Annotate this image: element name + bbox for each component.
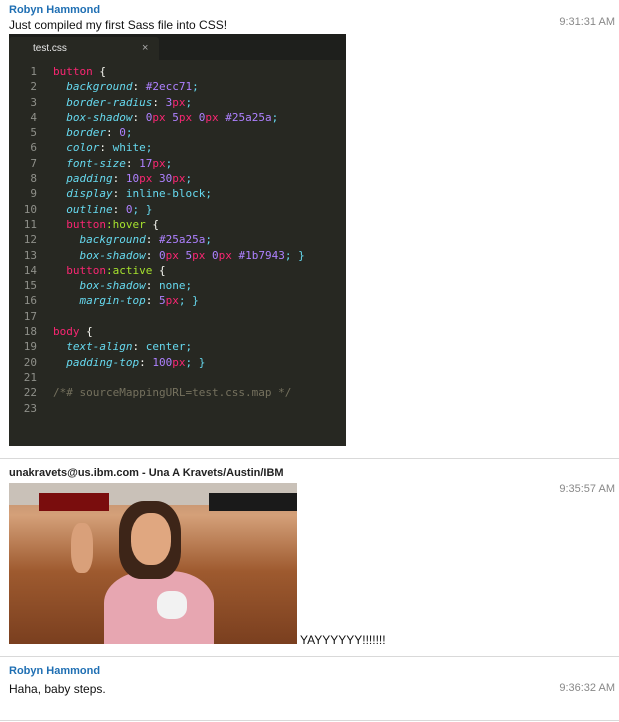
gif-person-face xyxy=(131,513,171,565)
gif-background xyxy=(209,493,297,511)
line-number: 14 xyxy=(23,263,37,277)
message-divider xyxy=(0,720,619,721)
code-line: 23 xyxy=(9,401,346,416)
line-number: 12 xyxy=(23,233,37,247)
message-text: YAYYYYYY!!!!!!! xyxy=(300,633,386,647)
code-line: 22/*# sourceMappingURL=test.css.map */ xyxy=(9,385,346,400)
line-number: 16 xyxy=(23,294,37,308)
code-line: 10 outline: 0; } xyxy=(9,202,346,217)
line-number: 18 xyxy=(23,325,37,339)
message-1: Robyn Hammond 9:31:31 AM Just compiled m… xyxy=(0,0,619,458)
message-text: Just compiled my first Sass file into CS… xyxy=(9,18,228,32)
line-number: 3 xyxy=(30,95,37,109)
message-sender[interactable]: Robyn Hammond xyxy=(9,665,100,677)
line-number: 22 xyxy=(23,386,37,400)
line-number: 19 xyxy=(23,340,37,354)
code-line: 5 border: 0; xyxy=(9,125,346,140)
line-number: 4 xyxy=(30,110,37,124)
line-number: 17 xyxy=(23,309,37,323)
code-line: 12 background: #25a25a; xyxy=(9,232,346,247)
message-timestamp: 9:31:31 AM xyxy=(559,16,615,28)
code-line: 11 button:hover { xyxy=(9,217,346,232)
line-number: 21 xyxy=(23,370,37,384)
gif-unicorn-print xyxy=(157,591,187,619)
message-sender[interactable]: Robyn Hammond xyxy=(9,4,100,16)
close-icon: × xyxy=(142,42,149,54)
code-line: 19 text-align: center; xyxy=(9,339,346,354)
line-number: 5 xyxy=(30,126,37,140)
code-line: 15 box-shadow: none; xyxy=(9,278,346,293)
code-line: 8 padding: 10px 30px; xyxy=(9,171,346,186)
code-line: 2 background: #2ecc71; xyxy=(9,79,346,94)
line-number: 20 xyxy=(23,355,37,369)
line-number: 9 xyxy=(30,187,37,201)
gif-background xyxy=(39,493,109,511)
editor-tab-bar: test.css × xyxy=(9,34,346,60)
code-screenshot: test.css × 1 button {2 background: #2ecc7… xyxy=(9,34,346,446)
code-line: 17 xyxy=(9,309,346,324)
code-listing: 1 button {2 background: #2ecc71; 3 border-… xyxy=(9,64,346,416)
animated-gif-image xyxy=(9,483,297,644)
code-line: 9 display: inline-block; xyxy=(9,186,346,201)
message-text: Haha, baby steps. xyxy=(9,682,106,696)
code-line: 6 color: white; xyxy=(9,140,346,155)
line-number: 2 xyxy=(30,80,37,94)
line-number: 7 xyxy=(30,156,37,170)
message-3: Robyn Hammond Haha, baby steps. 9:36:32 … xyxy=(0,657,619,722)
message-sender[interactable]: unakravets@us.ibm.com - Una A Kravets/Au… xyxy=(9,467,284,479)
line-number: 6 xyxy=(30,141,37,155)
editor-tab: test.css × xyxy=(9,37,159,60)
gif-person-hand xyxy=(71,523,93,573)
line-number: 10 xyxy=(23,202,37,216)
line-number: 13 xyxy=(23,248,37,262)
code-line: 16 margin-top: 5px; } xyxy=(9,293,346,308)
line-number: 1 xyxy=(30,65,37,78)
code-line: 4 box-shadow: 0px 5px 0px #25a25a; xyxy=(9,110,346,125)
code-line: 3 border-radius: 3px; xyxy=(9,95,346,110)
line-number: 15 xyxy=(23,279,37,293)
line-number: 23 xyxy=(23,401,37,415)
code-line: 18 body { xyxy=(9,324,346,339)
tab-label: test.css xyxy=(33,43,67,54)
code-line: 21 xyxy=(9,370,346,385)
code-line: 20 padding-top: 100px; } xyxy=(9,355,346,370)
line-number: 8 xyxy=(30,172,37,186)
message-timestamp: 9:35:57 AM xyxy=(559,483,615,495)
code-line: 7 font-size: 17px; xyxy=(9,156,346,171)
code-line: 1 button { xyxy=(9,64,346,79)
line-number: 11 xyxy=(23,217,37,231)
code-line: 13 box-shadow: 0px 5px 0px #1b7943; } xyxy=(9,248,346,263)
message-timestamp: 9:36:32 AM xyxy=(559,682,615,694)
code-line: 14 button:active { xyxy=(9,263,346,278)
